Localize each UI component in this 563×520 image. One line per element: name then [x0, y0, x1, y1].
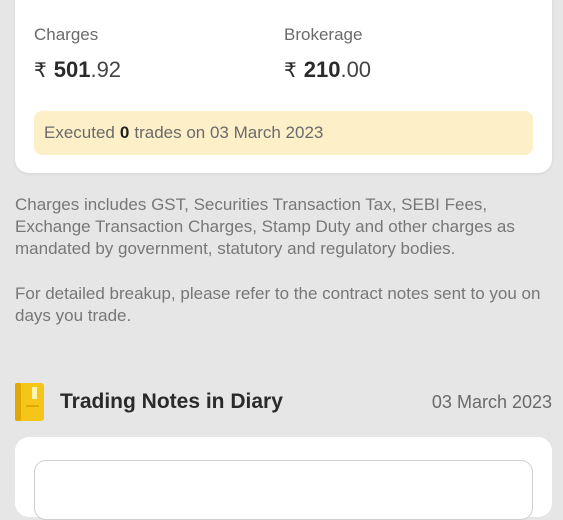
- brokerage-integer: 210: [303, 57, 341, 82]
- charges-value: ₹ 501 .92: [34, 57, 121, 83]
- charges-metric: Charges ₹ 501 .92: [34, 25, 121, 83]
- brokerage-decimal: .00: [340, 57, 372, 82]
- notebook-icon: [15, 383, 44, 421]
- brokerage-metric: Brokerage ₹ 210 .00: [284, 25, 371, 83]
- diary-card: [15, 437, 552, 520]
- charges-info-text: Charges includes GST, Securities Transac…: [15, 195, 515, 258]
- executed-prefix: Executed: [44, 123, 115, 142]
- charges-integer: 501: [53, 57, 91, 82]
- charges-summary-card: Charges ₹ 501 .92 Brokerage ₹ 210 .00 Ex…: [15, 0, 552, 173]
- executed-suffix: trades on 03 March 2023: [134, 123, 324, 142]
- rupee-symbol: ₹: [284, 60, 297, 82]
- diary-date: 03 March 2023: [431, 391, 552, 412]
- brokerage-value: ₹ 210 .00: [284, 57, 371, 83]
- executed-trades-banner: Executed 0 trades on 03 March 2023: [34, 111, 533, 155]
- charges-decimal: .92: [90, 57, 122, 82]
- charges-label: Charges: [34, 25, 99, 44]
- executed-count: 0: [119, 123, 130, 142]
- diary-header[interactable]: Trading Notes in Diary 03 March 2023: [15, 382, 552, 422]
- diary-title: Trading Notes in Diary: [60, 390, 283, 413]
- diary-note-input[interactable]: [34, 460, 533, 520]
- breakup-info-text: For detailed breakup, please refer to th…: [15, 284, 541, 325]
- brokerage-label: Brokerage: [284, 25, 363, 44]
- rupee-symbol: ₹: [34, 60, 47, 82]
